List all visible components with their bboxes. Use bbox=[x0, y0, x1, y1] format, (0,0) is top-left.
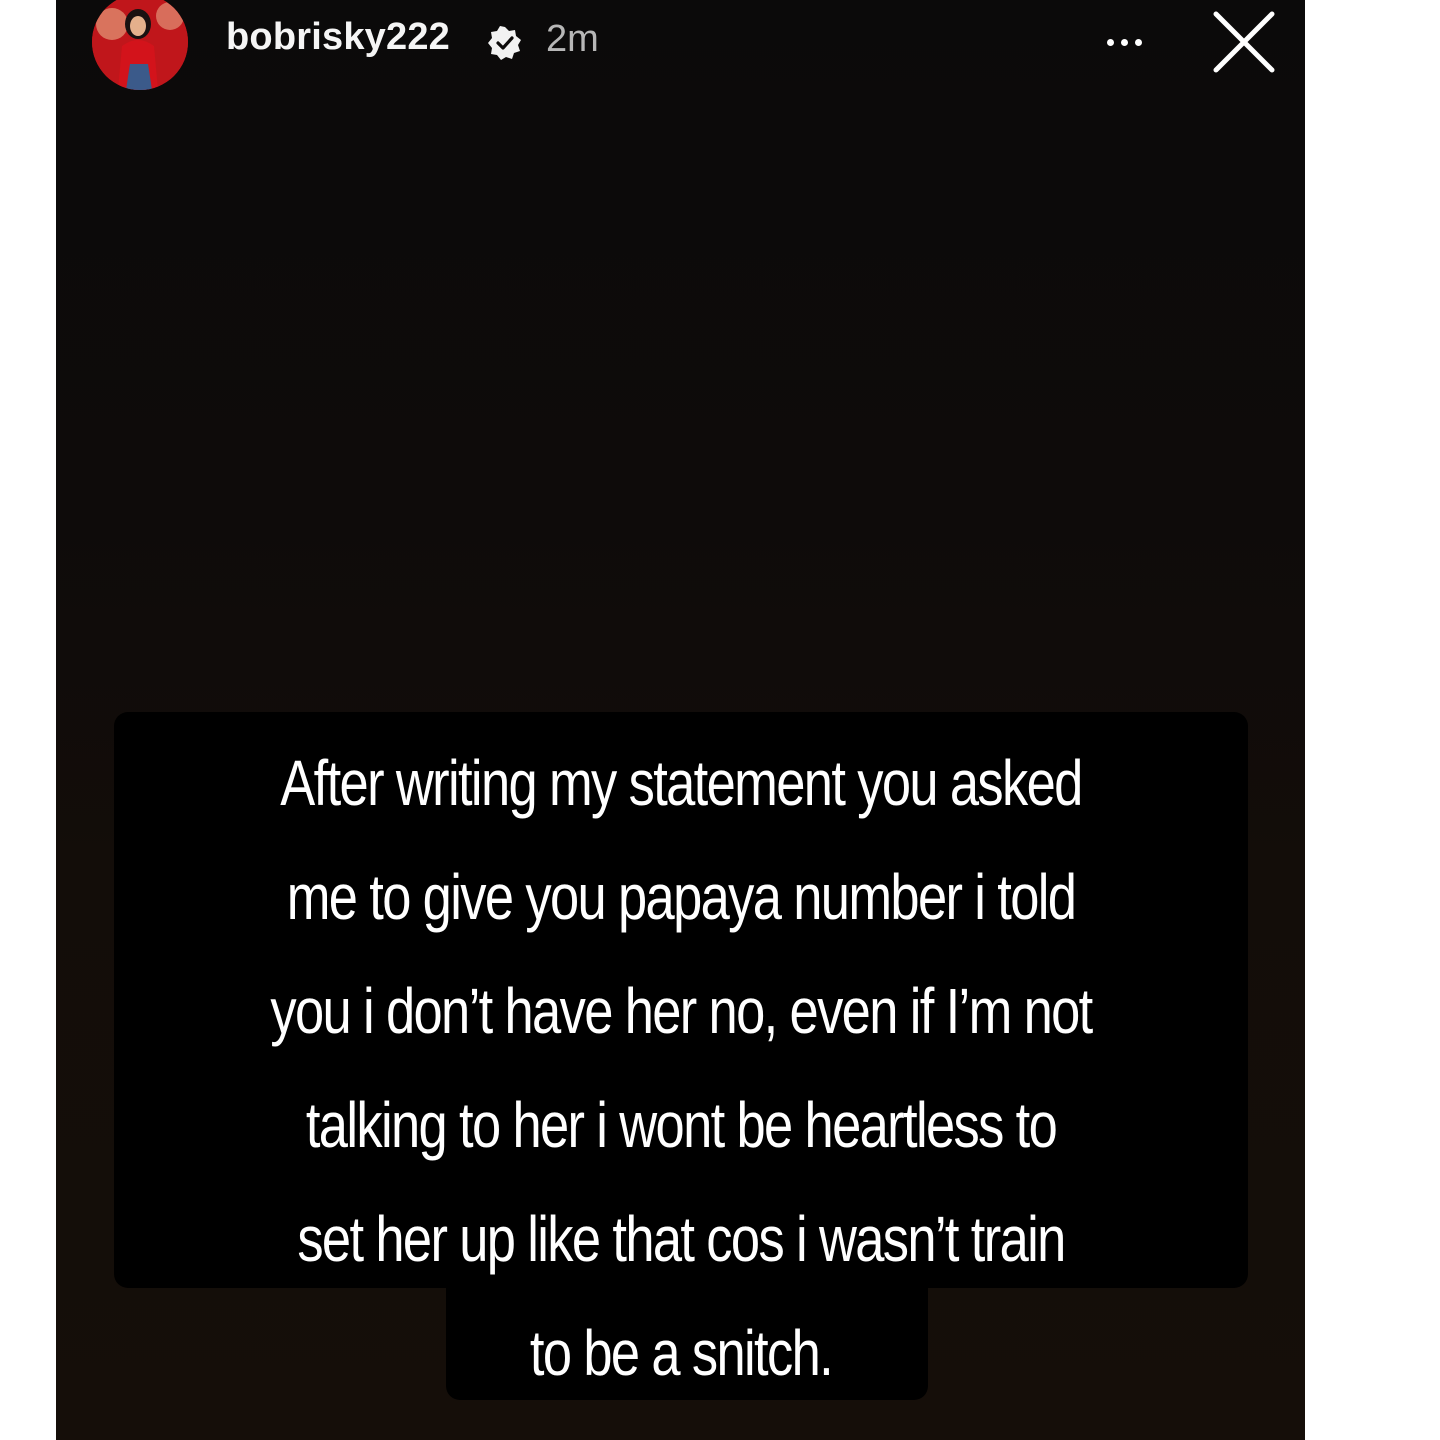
page: bobrisky222 2m After writing my statemen… bbox=[0, 0, 1440, 1440]
caption-line: you i don’t have her no, even if I’m not bbox=[270, 975, 1093, 1047]
avatar-image bbox=[92, 0, 188, 90]
profile-avatar[interactable] bbox=[92, 0, 188, 90]
verified-badge-icon bbox=[488, 26, 522, 60]
caption-line: set her up like that cos i wasn’t train bbox=[297, 1203, 1066, 1275]
story-header: bobrisky222 2m bbox=[56, 0, 1305, 92]
story-viewer[interactable]: bobrisky222 2m After writing my statemen… bbox=[56, 0, 1305, 1440]
caption-line: me to give you papaya number i told bbox=[286, 861, 1077, 933]
caption-line: to be a snitch. bbox=[529, 1317, 834, 1389]
close-icon bbox=[1213, 11, 1275, 73]
post-time: 2m bbox=[546, 18, 599, 60]
username[interactable]: bobrisky222 bbox=[226, 16, 450, 59]
caption-line: After writing my statement you asked bbox=[280, 747, 1083, 819]
more-options-button[interactable] bbox=[1096, 22, 1152, 62]
close-button[interactable] bbox=[1210, 8, 1278, 76]
more-options-icon bbox=[1106, 38, 1114, 46]
caption-line: talking to her i wont be heartless to bbox=[305, 1089, 1058, 1161]
story-caption: After writing my statement you asked me … bbox=[114, 726, 1248, 1410]
